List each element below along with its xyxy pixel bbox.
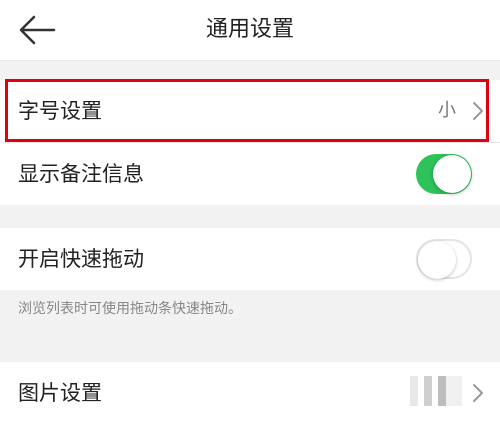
chevron-right-icon	[472, 101, 484, 121]
quick-drag-setting-row: 开启快速拖动	[0, 228, 500, 290]
font-size-label: 字号设置	[18, 99, 102, 123]
toggle-knob	[418, 241, 456, 279]
quick-drag-toggle[interactable]	[416, 239, 472, 279]
image-settings-label: 图片设置	[18, 381, 102, 405]
font-size-setting-row[interactable]: 字号设置 小	[0, 80, 500, 142]
image-thumbnail	[410, 376, 462, 406]
show-notes-label: 显示备注信息	[18, 162, 144, 186]
show-notes-setting-row: 显示备注信息	[0, 143, 500, 205]
chevron-right-icon	[472, 383, 484, 403]
font-size-value: 小	[438, 100, 456, 121]
show-notes-toggle[interactable]	[416, 154, 472, 194]
quick-drag-hint: 浏览列表时可使用拖动条快速拖动。	[18, 301, 242, 317]
toggle-knob	[433, 155, 471, 193]
page-title: 通用设置	[205, 17, 294, 42]
quick-drag-label: 开启快速拖动	[18, 247, 144, 271]
top-bar: 通用设置	[0, 0, 500, 61]
